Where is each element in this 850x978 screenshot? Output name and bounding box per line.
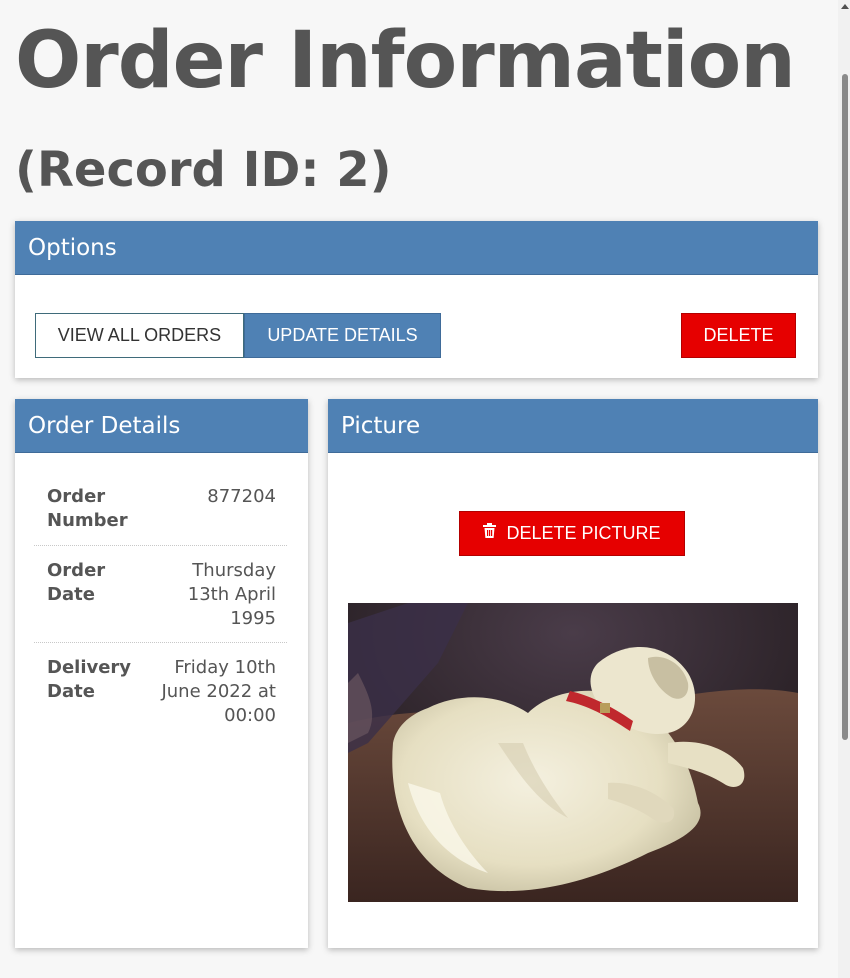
order-details-panel-header: Order Details [15, 399, 308, 453]
order-number-value: 877204 [207, 486, 276, 507]
scroll-up-arrow-icon[interactable] [841, 4, 849, 9]
picture-panel: Picture DELETE PICTURE [328, 399, 818, 948]
page-scrollbar[interactable] [838, 0, 850, 978]
delivery-date-value: Friday 10th June 2022 at 00:00 [161, 657, 276, 726]
scrollbar-thumb[interactable] [842, 74, 848, 740]
trash-icon [483, 511, 497, 554]
picture-panel-header: Picture [328, 399, 818, 453]
delivery-date-label: Delivery Date [47, 657, 132, 702]
order-details-panel: Order Details Order Number 877204 Order … [15, 399, 308, 948]
order-date-value: Thursday 13th April 1995 [187, 560, 276, 629]
view-all-orders-button[interactable]: VIEW ALL ORDERS [35, 313, 244, 358]
delete-picture-button[interactable]: DELETE PICTURE [459, 511, 685, 556]
order-photo [348, 603, 798, 902]
record-id-heading: (Record ID: 2) [15, 142, 392, 198]
page: Order Information (Record ID: 2) Options… [0, 0, 850, 978]
order-number-label: Order Number [47, 486, 128, 531]
order-number-row: Order Number 877204 [34, 485, 287, 546]
order-date-label: Order Date [47, 560, 106, 605]
delete-button[interactable]: DELETE [681, 313, 796, 358]
update-details-button[interactable]: UPDATE DETAILS [244, 313, 441, 358]
delivery-date-row: Delivery Date Friday 10th June 2022 at 0… [34, 643, 287, 743]
options-panel: Options VIEW ALL ORDERS UPDATE DETAILS D… [15, 221, 818, 378]
order-date-row: Order Date Thursday 13th April 1995 [34, 546, 287, 643]
delete-picture-label: DELETE PICTURE [506, 523, 661, 543]
page-title: Order Information [15, 16, 796, 106]
options-panel-header: Options [15, 221, 818, 275]
